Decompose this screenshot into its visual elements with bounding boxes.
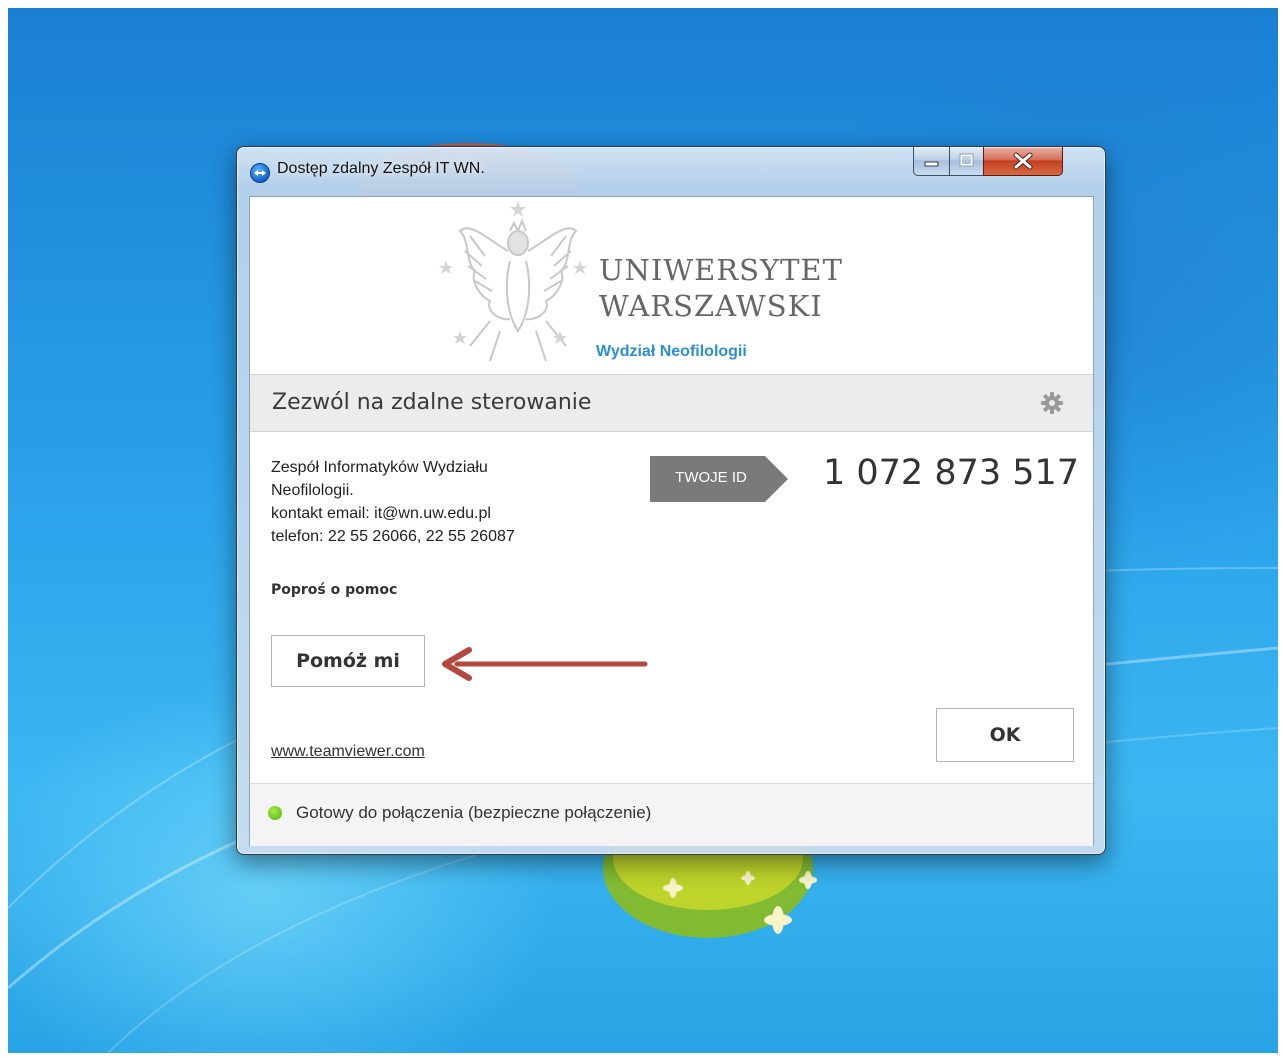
gear-icon[interactable] bbox=[1040, 391, 1064, 415]
ok-button[interactable]: OK bbox=[936, 708, 1074, 762]
faculty-name: Wydział Neofilologii bbox=[596, 343, 747, 360]
your-id-tag: TWOJE ID bbox=[650, 456, 788, 502]
contact-line-2: Neofilologii. bbox=[271, 482, 354, 499]
logo-area: UNIWERSYTET WARSZAWSKI Wydział Neofilolo… bbox=[250, 197, 1093, 373]
eagle-emblem bbox=[439, 201, 587, 362]
minimize-icon bbox=[924, 161, 939, 167]
teamviewer-icon bbox=[250, 163, 270, 183]
your-id-value: 1 072 873 517 bbox=[823, 453, 1080, 493]
contact-line-1: Zespół Informatyków Wydziału bbox=[271, 459, 488, 476]
window-client-area: UNIWERSYTET WARSZAWSKI Wydział Neofilolo… bbox=[249, 196, 1094, 846]
help-me-button[interactable]: Pomóż mi bbox=[271, 635, 425, 687]
maximize-button[interactable] bbox=[949, 147, 984, 176]
status-text: Gotowy do połączenia (bezpieczne połącze… bbox=[296, 803, 652, 822]
title-bar[interactable]: Dostęp zdalny Zespół IT WN. bbox=[237, 147, 1105, 193]
red-arrow-annotation bbox=[442, 647, 648, 681]
university-name-line2: WARSZAWSKI bbox=[599, 289, 823, 323]
contact-phone: telefon: 22 55 26066, 22 55 26087 bbox=[271, 528, 515, 545]
close-icon bbox=[1013, 152, 1033, 170]
section-title: Zezwól na zdalne sterowanie bbox=[272, 390, 592, 415]
maximize-icon bbox=[959, 153, 974, 167]
your-id-label: TWOJE ID bbox=[675, 469, 747, 486]
close-button[interactable] bbox=[983, 147, 1063, 176]
status-indicator-icon bbox=[268, 806, 282, 820]
minimize-button[interactable] bbox=[913, 147, 950, 176]
contact-email: kontakt email: it@wn.uw.edu.pl bbox=[271, 505, 491, 522]
teamviewer-window: Dostęp zdalny Zespół IT WN. UNIWERSYTET … bbox=[236, 146, 1106, 855]
university-name-line1: UNIWERSYTET bbox=[599, 253, 843, 287]
teamviewer-link[interactable]: www.teamviewer.com bbox=[271, 743, 425, 761]
ask-help-heading: Poproś o pomoc bbox=[271, 582, 398, 598]
window-title: Dostęp zdalny Zespół IT WN. bbox=[277, 160, 485, 177]
contact-info: Zespół Informatyków Wydziału Neofilologi… bbox=[271, 456, 515, 548]
section-header: Zezwól na zdalne sterowanie bbox=[250, 374, 1093, 432]
status-bar: Gotowy do połączenia (bezpieczne połącze… bbox=[250, 783, 1093, 846]
